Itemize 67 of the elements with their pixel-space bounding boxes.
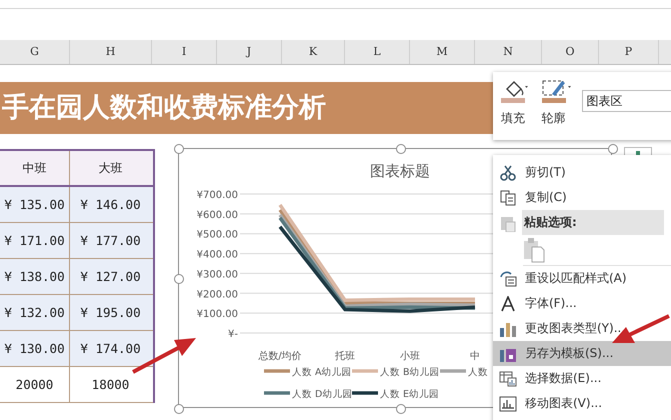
chart-icon: [499, 396, 517, 412]
chart-element-dropdown[interactable]: 图表区: [582, 90, 671, 112]
table-icon: [499, 370, 517, 386]
table-cell-text: ¥ 174.00: [79, 340, 142, 358]
axis-tick-label: ¥700.00: [196, 190, 238, 201]
table-cell: ¥ 130.00: [0, 331, 70, 366]
table-cell: ¥ 171.00: [0, 223, 70, 258]
resize-handle[interactable]: [396, 404, 406, 414]
legend-label: 人数 E幼儿园: [380, 389, 440, 400]
pencil-icon: [542, 78, 574, 104]
table-header-cell-text: 大班: [98, 160, 124, 176]
legend-label: 人数 B幼儿园: [380, 367, 440, 378]
column-header[interactable]: N: [475, 40, 542, 64]
column-header[interactable]: K: [282, 40, 345, 64]
bar-chart-icon: [499, 320, 517, 336]
table-cell-text: ¥ 177.00: [79, 232, 142, 250]
axis-tick-label: ¥600.00: [196, 210, 238, 221]
legend-swatch: [440, 369, 466, 373]
copy-icon: [500, 190, 516, 206]
menu-item[interactable]: 另存为模板(S)...: [493, 341, 671, 366]
axis-tick-label: ¥-: [228, 329, 238, 340]
axis-tick-label: ¥100.00: [196, 309, 238, 320]
table-cell: ¥ 138.00: [0, 259, 70, 294]
table-cell-text: ¥ 127.00: [79, 268, 142, 286]
legend-label: 人数: [468, 367, 488, 378]
legend-label: 人数 A幼儿园: [292, 367, 352, 378]
axis-tick-label: ¥200.00: [196, 289, 238, 300]
chart-title: 图表标题: [370, 162, 430, 180]
column-header[interactable]: P: [599, 40, 659, 64]
column-header[interactable]: I: [152, 40, 217, 64]
axis-tick-label: ¥300.00: [196, 269, 238, 280]
legend-swatch: [264, 391, 290, 395]
table-header-cell: 中班: [0, 151, 70, 185]
legend-swatch: [352, 369, 378, 373]
legend-label: 人数 D幼儿园: [292, 389, 352, 400]
reset-icon: [499, 270, 517, 286]
resize-handle[interactable]: [396, 144, 406, 154]
table-cell-text: ¥ 146.00: [79, 196, 142, 214]
category-label: 托班: [335, 351, 355, 362]
table-cell: ¥ 135.00: [0, 187, 70, 222]
title-banner: 手在园人数和收费标准分析: [0, 82, 495, 134]
column-header[interactable]: O: [542, 40, 599, 64]
table-cell: ¥ 132.00: [0, 295, 70, 330]
paste-icon[interactable]: [523, 237, 545, 263]
resize-handle[interactable]: [174, 404, 184, 414]
column-header[interactable]: H: [70, 40, 152, 64]
legend-swatch: [264, 369, 290, 373]
table-cell-text: 18000: [90, 376, 130, 394]
category-label: 总数/均价: [258, 351, 302, 362]
column-header[interactable]: J: [217, 40, 282, 64]
resize-handle[interactable]: [174, 274, 184, 284]
axis-tick-label: ¥500.00: [196, 230, 238, 241]
axis-tick-label: ¥400.00: [196, 250, 238, 261]
font-icon: [501, 296, 515, 312]
table-cell-text: ¥ 195.00: [79, 304, 142, 322]
column-header[interactable]: G: [0, 40, 70, 64]
resize-handle[interactable]: [174, 144, 184, 154]
scissors-icon: [500, 164, 516, 180]
resize-handle[interactable]: [608, 144, 618, 154]
column-header[interactable]: L: [345, 40, 410, 64]
toolbar-button[interactable]: 填充: [501, 78, 536, 140]
legend-swatch: [352, 391, 378, 395]
table-cell: 20000: [0, 367, 70, 402]
column-header[interactable]: M: [410, 40, 475, 64]
toolbar-button[interactable]: 轮廓: [542, 78, 576, 140]
category-label: 小班: [400, 351, 420, 362]
category-label: 中: [470, 351, 480, 362]
